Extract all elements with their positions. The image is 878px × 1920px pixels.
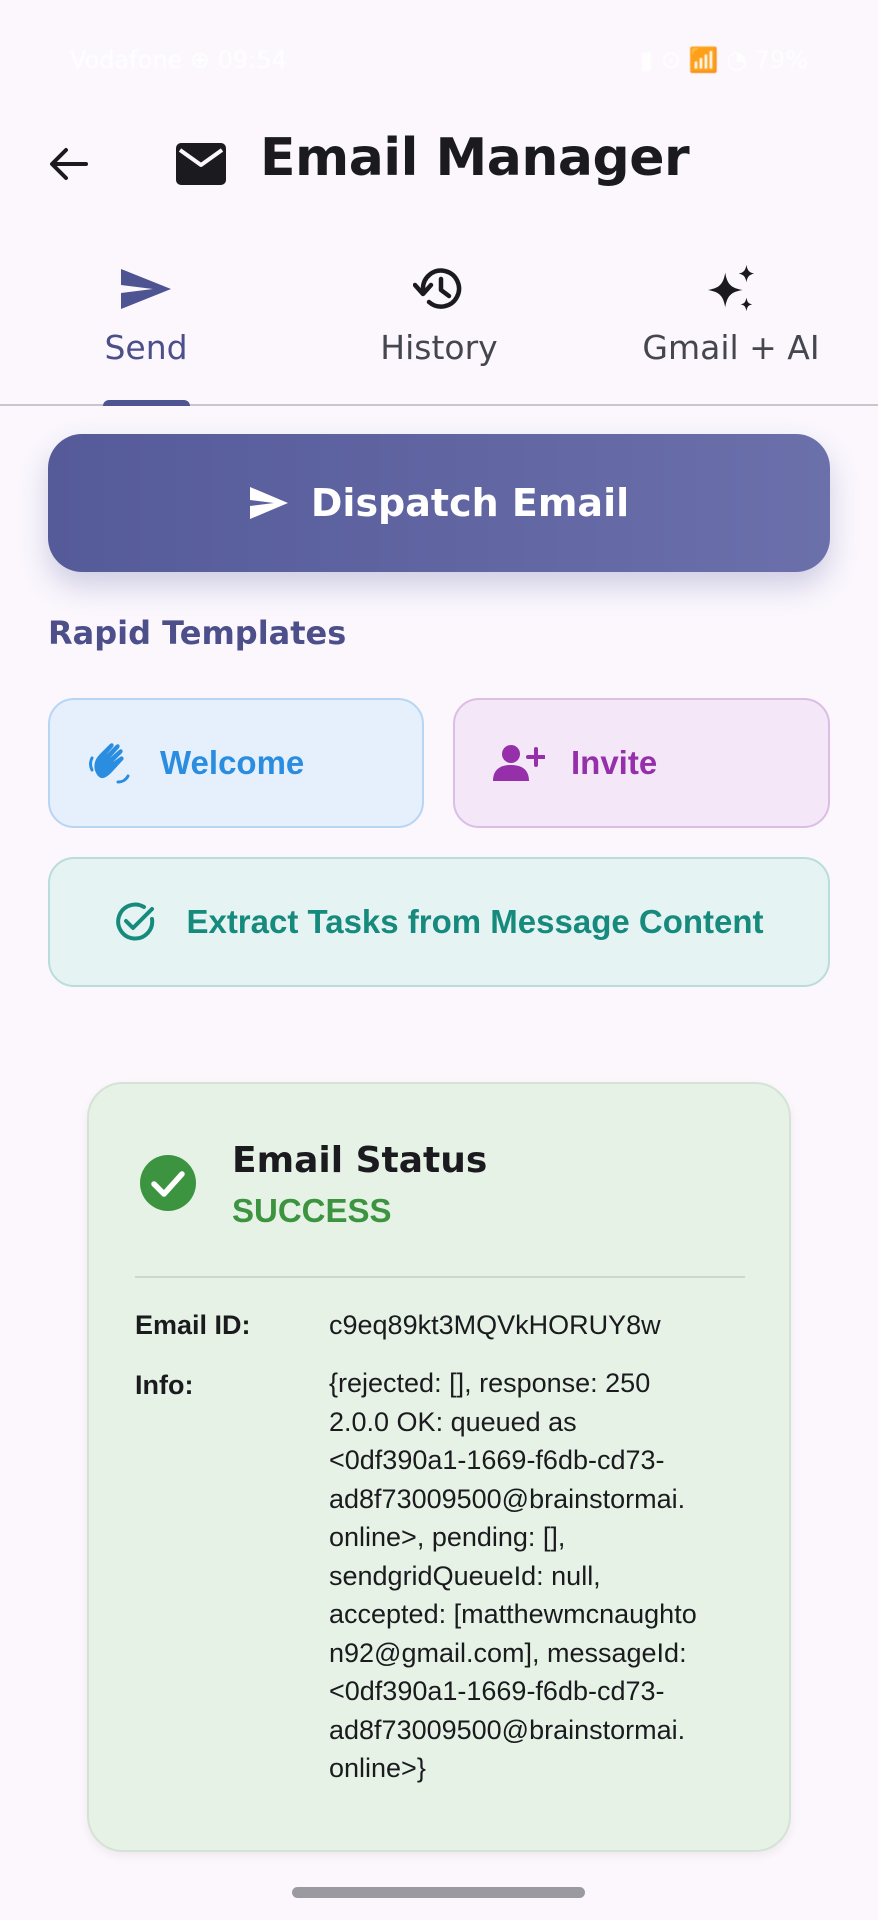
send-icon bbox=[249, 487, 288, 519]
info-line: accepted: [matthewmcnaughto bbox=[329, 1599, 697, 1629]
template-label: Extract Tasks from Message Content bbox=[186, 903, 764, 940]
template-label: Invite bbox=[571, 744, 658, 781]
email-status-card: Email Status SUCCESS Email ID: c9eq89kt3… bbox=[87, 1082, 791, 1852]
waving-hand-icon bbox=[89, 743, 130, 784]
tab-bar: Send History Gmail + AI bbox=[0, 252, 878, 406]
template-welcome-button[interactable]: Welcome bbox=[48, 698, 424, 828]
info-line: n92@gmail.com], messageId: bbox=[329, 1637, 687, 1668]
info-line: online>} bbox=[329, 1753, 426, 1783]
status-right: ▮ ⊙ 📶 ◔ 79% bbox=[640, 46, 808, 74]
dispatch-email-button[interactable]: Dispatch Email bbox=[48, 434, 830, 572]
app-bar: Email Manager bbox=[0, 118, 878, 210]
mail-icon bbox=[176, 143, 226, 185]
email-id-label: Email ID: bbox=[135, 1310, 251, 1340]
back-button[interactable] bbox=[42, 138, 94, 190]
extract-tasks-button[interactable]: Extract Tasks from Message Content bbox=[48, 857, 830, 987]
email-status-value: SUCCESS bbox=[232, 1192, 392, 1229]
info-line: sendgridQueueId: null, bbox=[329, 1560, 601, 1591]
template-invite-button[interactable]: Invite bbox=[453, 698, 830, 828]
section-title-rapid-templates: Rapid Templates bbox=[48, 614, 347, 652]
template-label: Welcome bbox=[160, 744, 305, 781]
tab-gmail-ai[interactable]: Gmail + AI bbox=[585, 252, 877, 404]
divider bbox=[135, 1276, 745, 1278]
arrow-left-icon bbox=[50, 148, 88, 180]
info-value: {rejected: [], response: 250 2.0.0 OK: q… bbox=[329, 1364, 749, 1788]
tab-label: Gmail + AI bbox=[642, 328, 820, 367]
info-line: <0df390a1-1669-f6db-cd73- bbox=[329, 1676, 665, 1706]
page-title: Email Manager bbox=[260, 128, 690, 188]
status-left: Vodafone ⊕ 09:54 bbox=[70, 46, 287, 74]
success-check-icon bbox=[140, 1155, 196, 1211]
email-status-title: Email Status bbox=[232, 1140, 488, 1181]
send-icon bbox=[121, 269, 171, 309]
home-indicator[interactable] bbox=[292, 1887, 585, 1898]
history-icon bbox=[413, 268, 462, 309]
info-line: online>, pending: [], bbox=[329, 1522, 566, 1552]
info-line: {rejected: [], response: 250 bbox=[329, 1368, 651, 1398]
tab-label: Send bbox=[104, 328, 188, 367]
tab-history[interactable]: History bbox=[293, 252, 585, 404]
info-label: Info: bbox=[135, 1370, 194, 1400]
dispatch-email-label: Dispatch Email bbox=[310, 481, 630, 525]
active-tab-indicator bbox=[103, 400, 190, 406]
person-add-icon bbox=[493, 745, 545, 781]
check-circle-icon bbox=[116, 902, 155, 941]
email-id-value: c9eq89kt3MQVkHORUY8w bbox=[329, 1310, 661, 1340]
info-line: ad8f73009500@brainstormai. bbox=[329, 1483, 686, 1514]
info-line: ad8f73009500@brainstormai. bbox=[329, 1714, 686, 1745]
info-line: <0df390a1-1669-f6db-cd73- bbox=[329, 1445, 665, 1475]
system-status-bar: Vodafone ⊕ 09:54 ▮ ⊙ 📶 ◔ 79% bbox=[0, 0, 878, 120]
tab-send[interactable]: Send bbox=[0, 252, 292, 404]
tab-label: History bbox=[380, 328, 498, 367]
info-line: 2.0.0 OK: queued as bbox=[329, 1406, 577, 1437]
sparkles-icon bbox=[707, 264, 755, 312]
